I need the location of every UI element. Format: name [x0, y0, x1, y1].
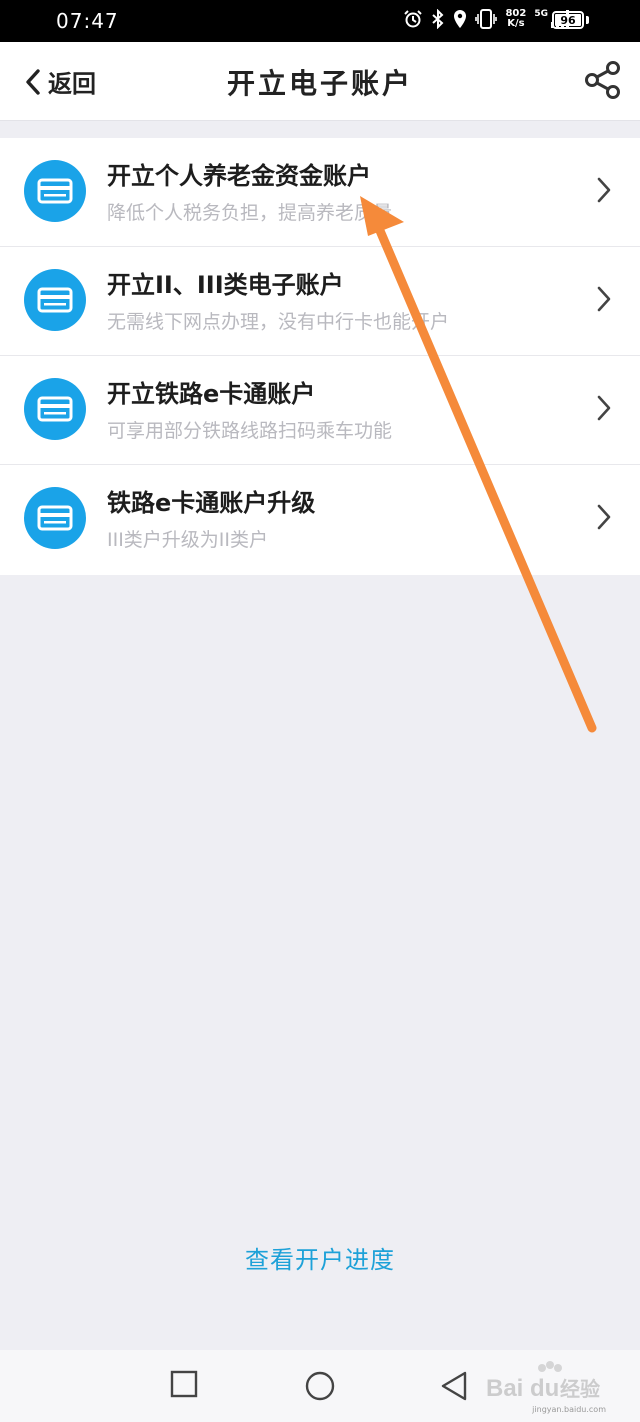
list-item-railway-upgrade[interactable]: 铁路e卡通账户升级 III类户升级为II类户	[0, 465, 640, 575]
net-speed: 802 K/s	[505, 9, 526, 29]
chevron-right-icon	[597, 504, 611, 530]
recents-button[interactable]	[170, 1370, 198, 1398]
battery-tip	[586, 16, 589, 24]
svg-text:du: du	[530, 1375, 559, 1402]
list-item-railway-ecard[interactable]: 开立铁路e卡通账户 可享用部分铁路线路扫码乘车功能	[0, 356, 640, 465]
baidu-watermark-logo: Bai du 经验	[486, 1361, 600, 1402]
status-bar: 07:47 802 K/s 5G 96	[0, 0, 640, 42]
share-icon	[585, 61, 620, 99]
bank-card-icon	[24, 378, 86, 440]
item-subtitle: 可享用部分铁路线路扫码乘车功能	[107, 420, 393, 442]
item-title: 铁路e卡通账户升级	[107, 489, 316, 517]
home-button[interactable]	[304, 1370, 336, 1402]
bluetooth-icon	[432, 9, 444, 29]
share-button[interactable]	[584, 60, 622, 104]
chevron-right-icon	[597, 286, 611, 312]
item-subtitle: III类户升级为II类户	[107, 529, 269, 551]
network-gen: 5G	[534, 9, 548, 19]
item-title: 开立铁路e卡通账户	[107, 380, 316, 408]
account-options-list: 开立个人养老金资金账户 降低个人税务负担，提高养老质量 开立II、III类电子账…	[0, 138, 640, 575]
item-subtitle: 无需线下网点办理，没有中行卡也能开户	[107, 311, 450, 333]
alarm-icon	[404, 10, 423, 28]
location-icon	[454, 10, 467, 28]
back-nav-button[interactable]	[440, 1370, 468, 1402]
bank-card-icon	[24, 160, 86, 222]
battery-icon: 96	[552, 11, 584, 29]
chevron-right-icon	[597, 177, 611, 203]
chevron-right-icon	[597, 395, 611, 421]
item-subtitle: 降低个人税务负担，提高养老质量	[107, 202, 393, 224]
watermark-url: jingyan.baidu.com	[532, 1405, 606, 1414]
vibrate-icon	[475, 9, 498, 29]
battery-level: 96	[560, 13, 576, 27]
net-speed-unit: K/s	[507, 18, 525, 29]
status-time: 07:47	[56, 9, 119, 33]
svg-text:经验: 经验	[560, 1377, 600, 1401]
svg-text:Bai: Bai	[486, 1375, 523, 1402]
status-icons: 802 K/s 5G	[403, 9, 570, 29]
view-progress-link[interactable]: 查看开户进度	[0, 1240, 640, 1275]
list-item-class23-account[interactable]: 开立II、III类电子账户 无需线下网点办理，没有中行卡也能开户	[0, 247, 640, 356]
item-title: 开立个人养老金资金账户	[107, 162, 371, 190]
list-item-pension-account[interactable]: 开立个人养老金资金账户 降低个人税务负担，提高养老质量	[0, 138, 640, 247]
bank-card-icon	[24, 269, 86, 331]
nav-bar: 返回 开立电子账户	[0, 42, 640, 121]
bank-card-icon	[24, 487, 86, 549]
item-title: 开立II、III类电子账户	[107, 271, 344, 299]
page-title: 开立电子账户	[226, 67, 413, 100]
